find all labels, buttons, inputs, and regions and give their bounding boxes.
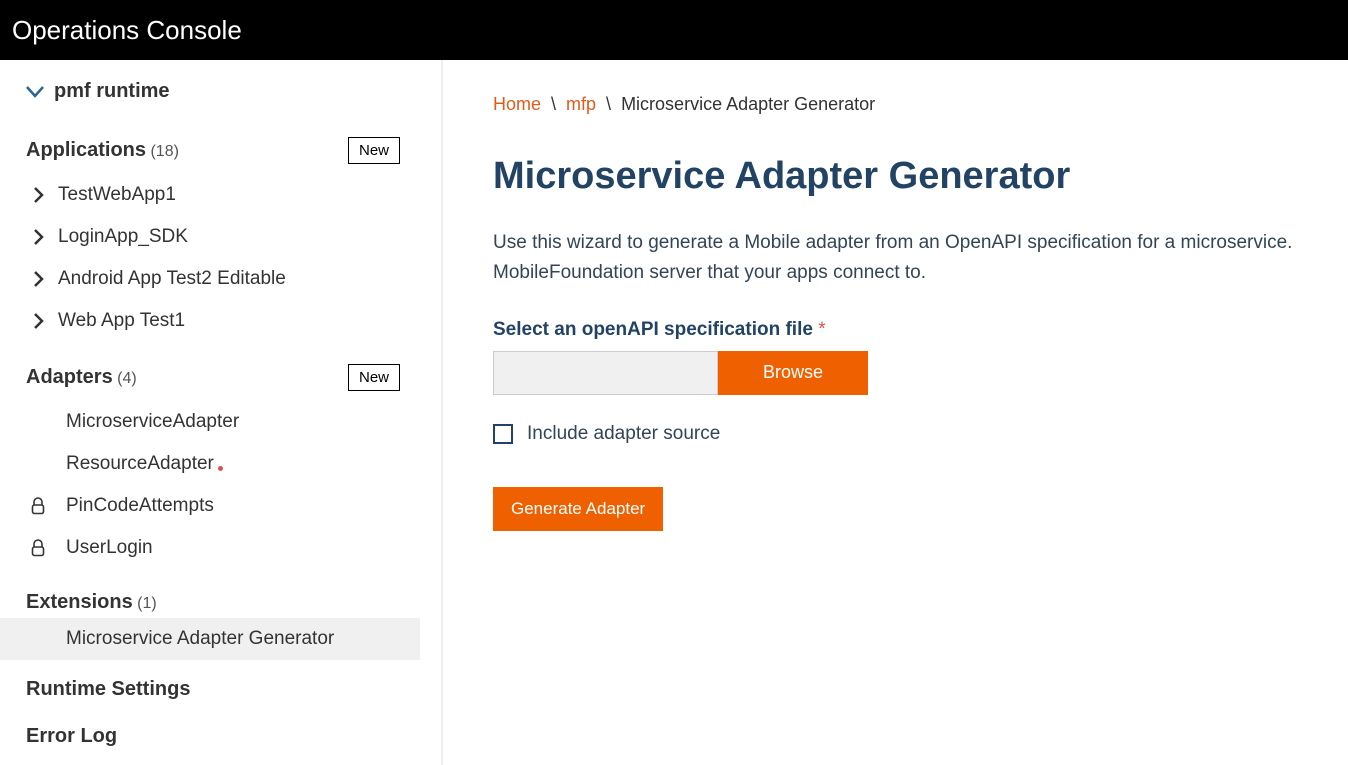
sidebar-item-web-app-test1[interactable]: Web App Test1 [26, 300, 420, 342]
browse-button[interactable]: Browse [718, 351, 868, 395]
breadcrumb-separator: \ [551, 94, 556, 115]
file-input[interactable] [493, 351, 718, 395]
top-bar: Operations Console [0, 0, 1348, 60]
page-title: Microservice Adapter Generator [493, 155, 1348, 198]
chevron-right-icon [32, 229, 46, 245]
main-content: Home \ mfp \ Microservice Adapter Genera… [443, 60, 1348, 765]
lock-icon [27, 497, 49, 515]
sidebar-item-label: UserLogin [66, 537, 153, 559]
include-source-row[interactable]: Include adapter source [493, 423, 1348, 445]
sidebar-item-label: TestWebApp1 [58, 184, 176, 206]
sidebar[interactable]: pmf runtime Applications (18) New TestWe… [0, 60, 420, 765]
include-source-label: Include adapter source [527, 423, 720, 445]
sidebar-item-label: PinCodeAttempts [66, 495, 214, 517]
section-head-applications: Applications (18) New [26, 127, 420, 174]
section-title-adapters: Adapters [26, 366, 113, 388]
file-field-label: Select an openAPI specification file * [493, 319, 1348, 341]
sidebar-item-microserviceadapter[interactable]: MicroserviceAdapter [26, 401, 420, 443]
sidebar-item-label: Web App Test1 [58, 310, 185, 332]
sidebar-item-resourceadapter[interactable]: ResourceAdapter [26, 443, 420, 485]
breadcrumb-home[interactable]: Home [493, 94, 541, 115]
sidebar-section-extensions: Extensions (1) Microservice Adapter Gene… [26, 575, 420, 666]
section-count-applications: (18) [150, 143, 178, 160]
runtime-toggle[interactable]: pmf runtime [26, 72, 420, 121]
breadcrumb-current: Microservice Adapter Generator [621, 94, 875, 115]
section-head-extensions: Extensions (1) [26, 581, 420, 618]
sidebar-item-label: Microservice Adapter Generator [66, 628, 334, 650]
sidebar-wrapper: pmf runtime Applications (18) New TestWe… [0, 60, 443, 765]
sidebar-item-loginapp-sdk[interactable]: LoginApp_SDK [26, 216, 420, 258]
chevron-right-icon [32, 271, 46, 287]
include-source-checkbox[interactable] [493, 424, 513, 444]
section-count-extensions: (1) [137, 595, 157, 612]
sidebar-item-label: Android App Test2 Editable [58, 268, 286, 290]
breadcrumb: Home \ mfp \ Microservice Adapter Genera… [493, 94, 1348, 115]
breadcrumb-mfp[interactable]: mfp [566, 94, 596, 115]
section-head-adapters: Adapters (4) New [26, 354, 420, 401]
generate-adapter-button[interactable]: Generate Adapter [493, 487, 663, 531]
vertical-divider [441, 60, 443, 765]
sidebar-item-userlogin[interactable]: UserLogin [26, 527, 420, 569]
sidebar-item-android-app-test2[interactable]: Android App Test2 Editable [26, 258, 420, 300]
lock-icon [27, 539, 49, 557]
new-adapter-button[interactable]: New [348, 364, 400, 391]
required-mark: * [818, 319, 825, 340]
sidebar-item-label: MicroserviceAdapter [66, 411, 239, 433]
sidebar-section-applications: Applications (18) New TestWebApp1 LoginA [26, 121, 420, 348]
breadcrumb-separator: \ [606, 94, 611, 115]
new-application-button[interactable]: New [348, 137, 400, 164]
app-title: Operations Console [12, 15, 242, 46]
file-picker-row: Browse [493, 351, 1348, 395]
sidebar-item-testwebapp1[interactable]: TestWebApp1 [26, 174, 420, 216]
section-count-adapters: (4) [117, 370, 137, 387]
runtime-label: pmf runtime [54, 80, 170, 103]
sidebar-link-error-log[interactable]: Error Log [26, 713, 420, 760]
page-description: Use this wizard to generate a Mobile ada… [493, 228, 1348, 289]
sidebar-section-adapters: Adapters (4) New MicroserviceAdapter Res… [26, 348, 420, 575]
sidebar-item-microservice-adapter-generator[interactable]: Microservice Adapter Generator [0, 618, 420, 660]
chevron-down-icon [26, 81, 44, 104]
chevron-right-icon [32, 187, 46, 203]
sidebar-link-runtime-settings[interactable]: Runtime Settings [26, 666, 420, 713]
section-title-extensions: Extensions [26, 591, 133, 613]
sidebar-item-label: LoginApp_SDK [58, 226, 188, 248]
chevron-right-icon [32, 313, 46, 329]
sidebar-item-pincodeattempts[interactable]: PinCodeAttempts [26, 485, 420, 527]
layout: pmf runtime Applications (18) New TestWe… [0, 60, 1348, 765]
sidebar-item-label: ResourceAdapter [66, 453, 214, 475]
file-field-label-text: Select an openAPI specification file [493, 319, 813, 340]
section-title-applications: Applications [26, 139, 146, 161]
